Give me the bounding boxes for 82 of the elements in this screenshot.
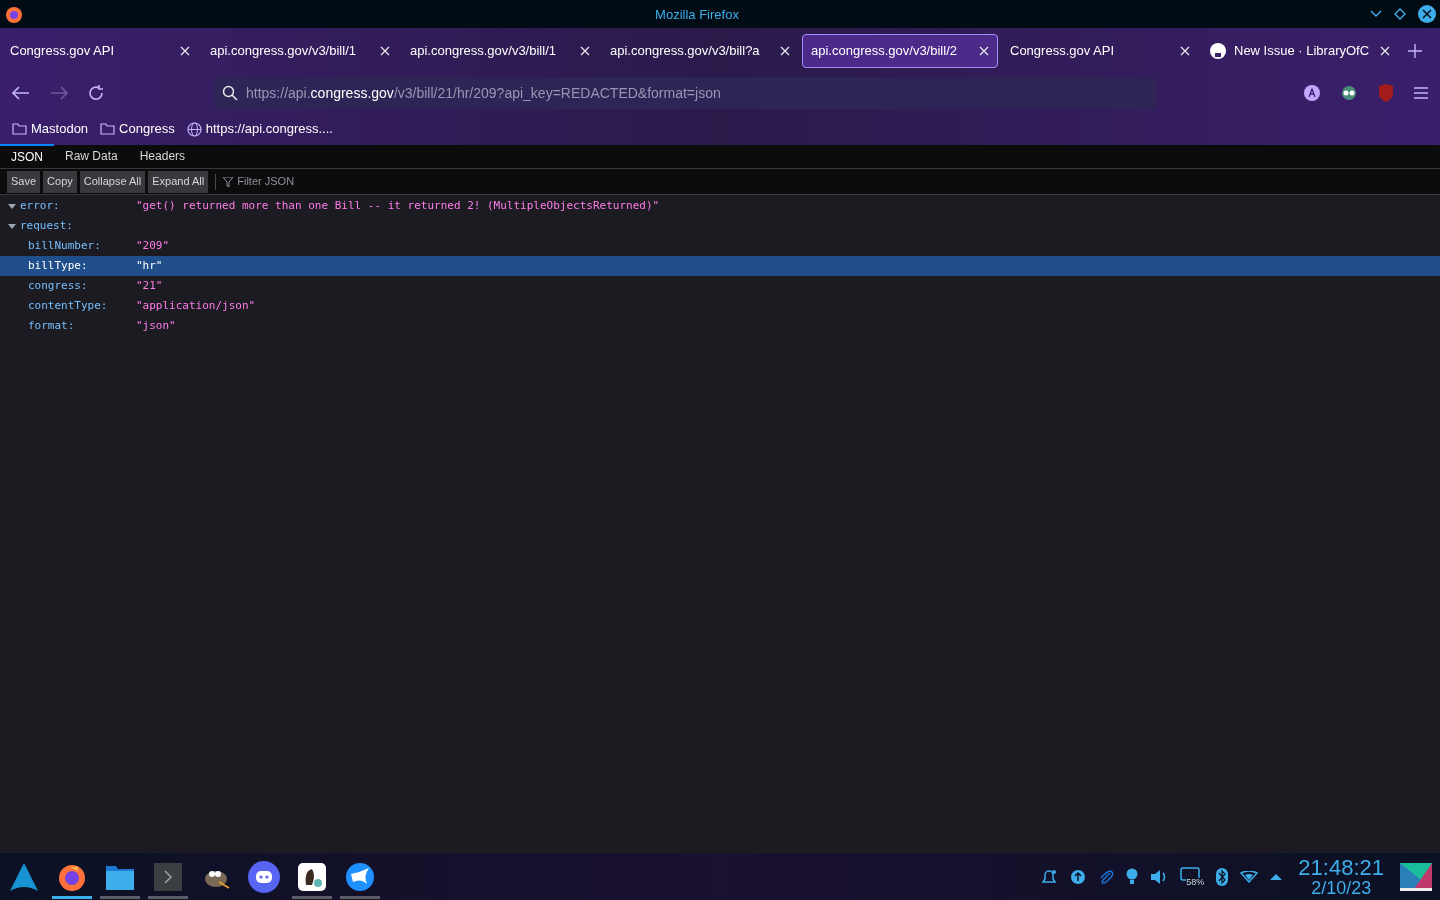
terminal-icon[interactable] <box>154 863 182 891</box>
bookmark[interactable]: Congress <box>100 119 175 139</box>
close-icon[interactable] <box>180 45 190 56</box>
json-key: congress: <box>28 277 88 295</box>
toolbar-button[interactable]: Copy <box>43 170 77 193</box>
json-row[interactable]: contentType: "application/json" <box>0 296 1440 316</box>
toolbar-button[interactable]: Collapse All <box>79 170 146 193</box>
address-bar[interactable]: https://api.congress.gov/v3/bill/21/hr/209?api_key=REDACTED&format=json <box>214 77 1156 109</box>
url-text: https://api.congress.gov/v3/bill/21/hr/209?api_key=REDACTED&format=json <box>246 83 721 103</box>
paperclip-icon[interactable] <box>1098 867 1115 886</box>
json-key: request: <box>20 217 73 235</box>
browser-tab[interactable]: Congress.gov API <box>1002 33 1198 68</box>
json-value: "get() returned more than one Bill -- it returned 2! (MultipleObjectsReturned)" <box>136 197 660 214</box>
json-key: billNumber: <box>28 237 101 255</box>
browser-tab[interactable]: New Issue · LibraryOfC <box>1202 33 1398 68</box>
new-tab-icon[interactable] <box>1408 43 1422 58</box>
window-title: Mozilla Firefox <box>655 7 739 22</box>
tab-title: api.congress.gov/v3/bill/1 <box>410 41 557 60</box>
json-row[interactable]: congress: "21" <box>0 276 1440 296</box>
tab-title: Congress.gov API <box>1010 41 1116 60</box>
chat-icon[interactable] <box>248 861 280 893</box>
back-arrow-icon[interactable] <box>12 86 30 100</box>
lightbulb-icon[interactable] <box>1126 867 1139 886</box>
globe-icon <box>186 121 202 137</box>
json-row[interactable]: request: <box>0 216 1440 236</box>
close-window-icon[interactable] <box>1418 5 1436 23</box>
json-row[interactable]: format: "json" <box>0 316 1440 336</box>
json-key: contentType: <box>28 297 108 315</box>
close-icon[interactable] <box>580 45 590 56</box>
browser-tab[interactable]: api.congress.gov/v3/bill?a <box>602 33 798 68</box>
json-row[interactable]: error: "get() returned more than one Bill -- it returned 2! (MultipleObjectsReturned)" <box>0 196 1440 216</box>
toolbar-button[interactable]: Expand All <box>148 170 209 193</box>
reload-icon[interactable] <box>88 85 104 101</box>
folder-icon[interactable] <box>105 863 135 891</box>
json-value: "json" <box>136 317 176 334</box>
tab-title: New Issue · LibraryOfC <box>1234 41 1371 60</box>
browser-tab[interactable]: api.congress.gov/v3/bill/2 <box>802 33 998 68</box>
tab-title: Congress.gov API <box>10 41 116 60</box>
bookmark[interactable]: https://api.congress.... <box>186 119 333 139</box>
json-value: "209" <box>136 237 170 254</box>
browser-tab[interactable]: Congress.gov API <box>2 33 198 68</box>
wifi-icon[interactable] <box>1240 870 1259 883</box>
toolbar-button[interactable]: Save <box>7 170 41 193</box>
json-value: "hr" <box>136 257 163 274</box>
json-key: error: <box>20 197 60 215</box>
browser-logo-icon <box>4 4 24 24</box>
search-icon <box>222 85 238 101</box>
close-icon[interactable] <box>1380 45 1390 56</box>
minimize-icon[interactable] <box>1370 10 1382 18</box>
json-row[interactable]: billNumber: "209" <box>0 236 1440 256</box>
tab-title: api.congress.gov/v3/bill/1 <box>210 41 357 60</box>
close-icon[interactable] <box>780 45 790 56</box>
menu-icon[interactable] <box>1414 87 1428 99</box>
tab-title: api.congress.gov/v3/bill?a <box>610 41 761 60</box>
bluetooth-icon[interactable] <box>1216 867 1229 886</box>
close-icon[interactable] <box>380 45 390 56</box>
filter-field[interactable]: Filter JSON <box>223 173 295 190</box>
bell-icon[interactable] <box>1040 867 1059 886</box>
json-value: "application/json" <box>136 297 256 314</box>
close-icon[interactable] <box>1180 45 1190 56</box>
maximize-icon[interactable] <box>1394 8 1406 20</box>
filter-icon <box>223 176 234 187</box>
json-value: "21" <box>136 277 163 294</box>
expand-tray-icon[interactable] <box>1270 872 1283 881</box>
viewer-tab[interactable]: Raw Data <box>54 144 129 168</box>
close-icon[interactable] <box>979 45 989 56</box>
folder-icon <box>12 123 27 135</box>
json-key: billType: <box>28 257 88 275</box>
json-row[interactable]: billType: "hr" <box>0 256 1440 276</box>
browser-tab[interactable]: api.congress.gov/v3/bill/1 <box>402 33 598 68</box>
tab-title: api.congress.gov/v3/bill/2 <box>811 41 958 60</box>
browser-tab[interactable]: api.congress.gov/v3/bill/1 <box>202 33 398 68</box>
profile-icon[interactable] <box>1304 85 1320 101</box>
json-key: format: <box>28 317 75 335</box>
goggles-icon[interactable] <box>1340 85 1358 101</box>
expand-arrow-icon[interactable] <box>8 202 16 210</box>
folder-icon <box>100 123 116 135</box>
clock[interactable]: 21:48:21 2/10/23 <box>1298 856 1384 897</box>
desktop-preview-icon[interactable] <box>1400 862 1432 891</box>
bookmark[interactable]: Mastodon <box>12 119 89 139</box>
expand-arrow-icon[interactable] <box>8 222 16 230</box>
viewer-tab[interactable]: Headers <box>128 144 197 168</box>
